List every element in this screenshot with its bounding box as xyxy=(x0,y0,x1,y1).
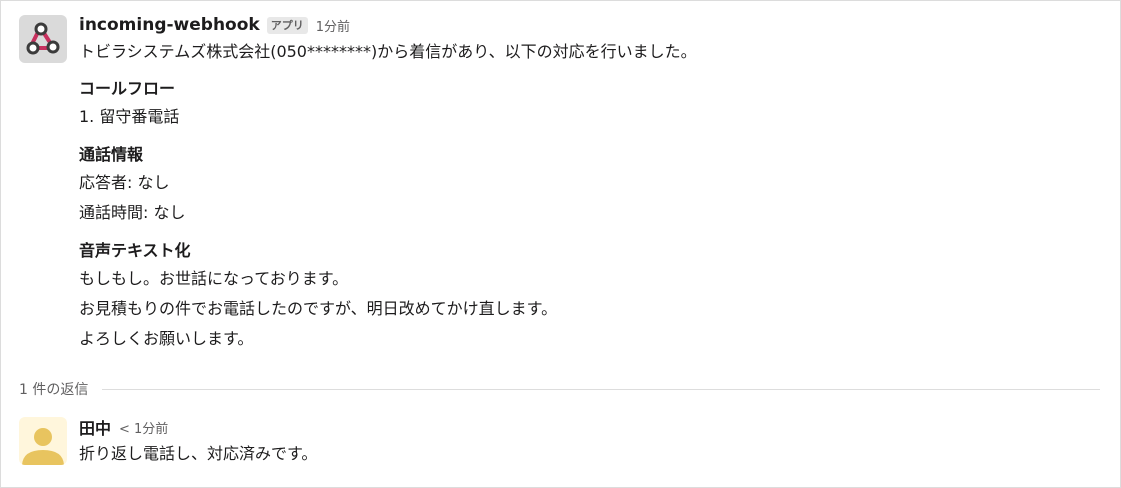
reply-text: 折り返し電話し、対応済みです。 xyxy=(79,444,318,463)
section-call-flow: コールフロー 1. 留守番電話 xyxy=(79,76,1102,132)
reply-author[interactable]: 田中 xyxy=(79,415,111,439)
section-call-info: 通話情報 応答者: なし 通話時間: なし xyxy=(79,142,1102,228)
thread-divider: 1 件の返信 xyxy=(19,379,1100,399)
user-avatar[interactable] xyxy=(19,417,67,465)
section-title: 音声テキスト化 xyxy=(79,241,191,260)
message-intro: トビラシステムズ株式会社(050********)から着信があり、以下の対応を行… xyxy=(79,42,697,61)
section-line: 応答者: なし xyxy=(79,173,170,192)
user-icon xyxy=(22,428,64,465)
reply-count[interactable]: 1 件の返信 xyxy=(19,379,88,399)
app-badge: アプリ xyxy=(266,16,308,34)
section-title: コールフロー xyxy=(79,79,176,98)
section-title: 通話情報 xyxy=(79,145,144,164)
webhook-app-icon[interactable] xyxy=(19,15,67,63)
section-line: よろしくお願いします。 xyxy=(79,329,254,348)
section-line: 通話時間: なし xyxy=(79,203,186,222)
sender-name[interactable]: incoming-webhook xyxy=(79,15,260,35)
section-line: もしもし。お世話になっております。 xyxy=(79,269,349,288)
message-timestamp[interactable]: 1分前 xyxy=(316,16,350,35)
message-pane: incoming-webhook アプリ 1分前 トビラシステムズ株式会社(05… xyxy=(0,0,1121,488)
section-transcription: 音声テキスト化 もしもし。お世話になっております。 お見積もりの件でお電話したの… xyxy=(79,238,1102,354)
section-line: お見積もりの件でお電話したのですが、明日改めてかけ直します。 xyxy=(79,299,558,318)
webhook-icon xyxy=(26,22,60,55)
divider-line xyxy=(102,388,1100,390)
section-line: 1. 留守番電話 xyxy=(79,107,180,126)
reply-timestamp[interactable]: < 1分前 xyxy=(119,418,168,437)
